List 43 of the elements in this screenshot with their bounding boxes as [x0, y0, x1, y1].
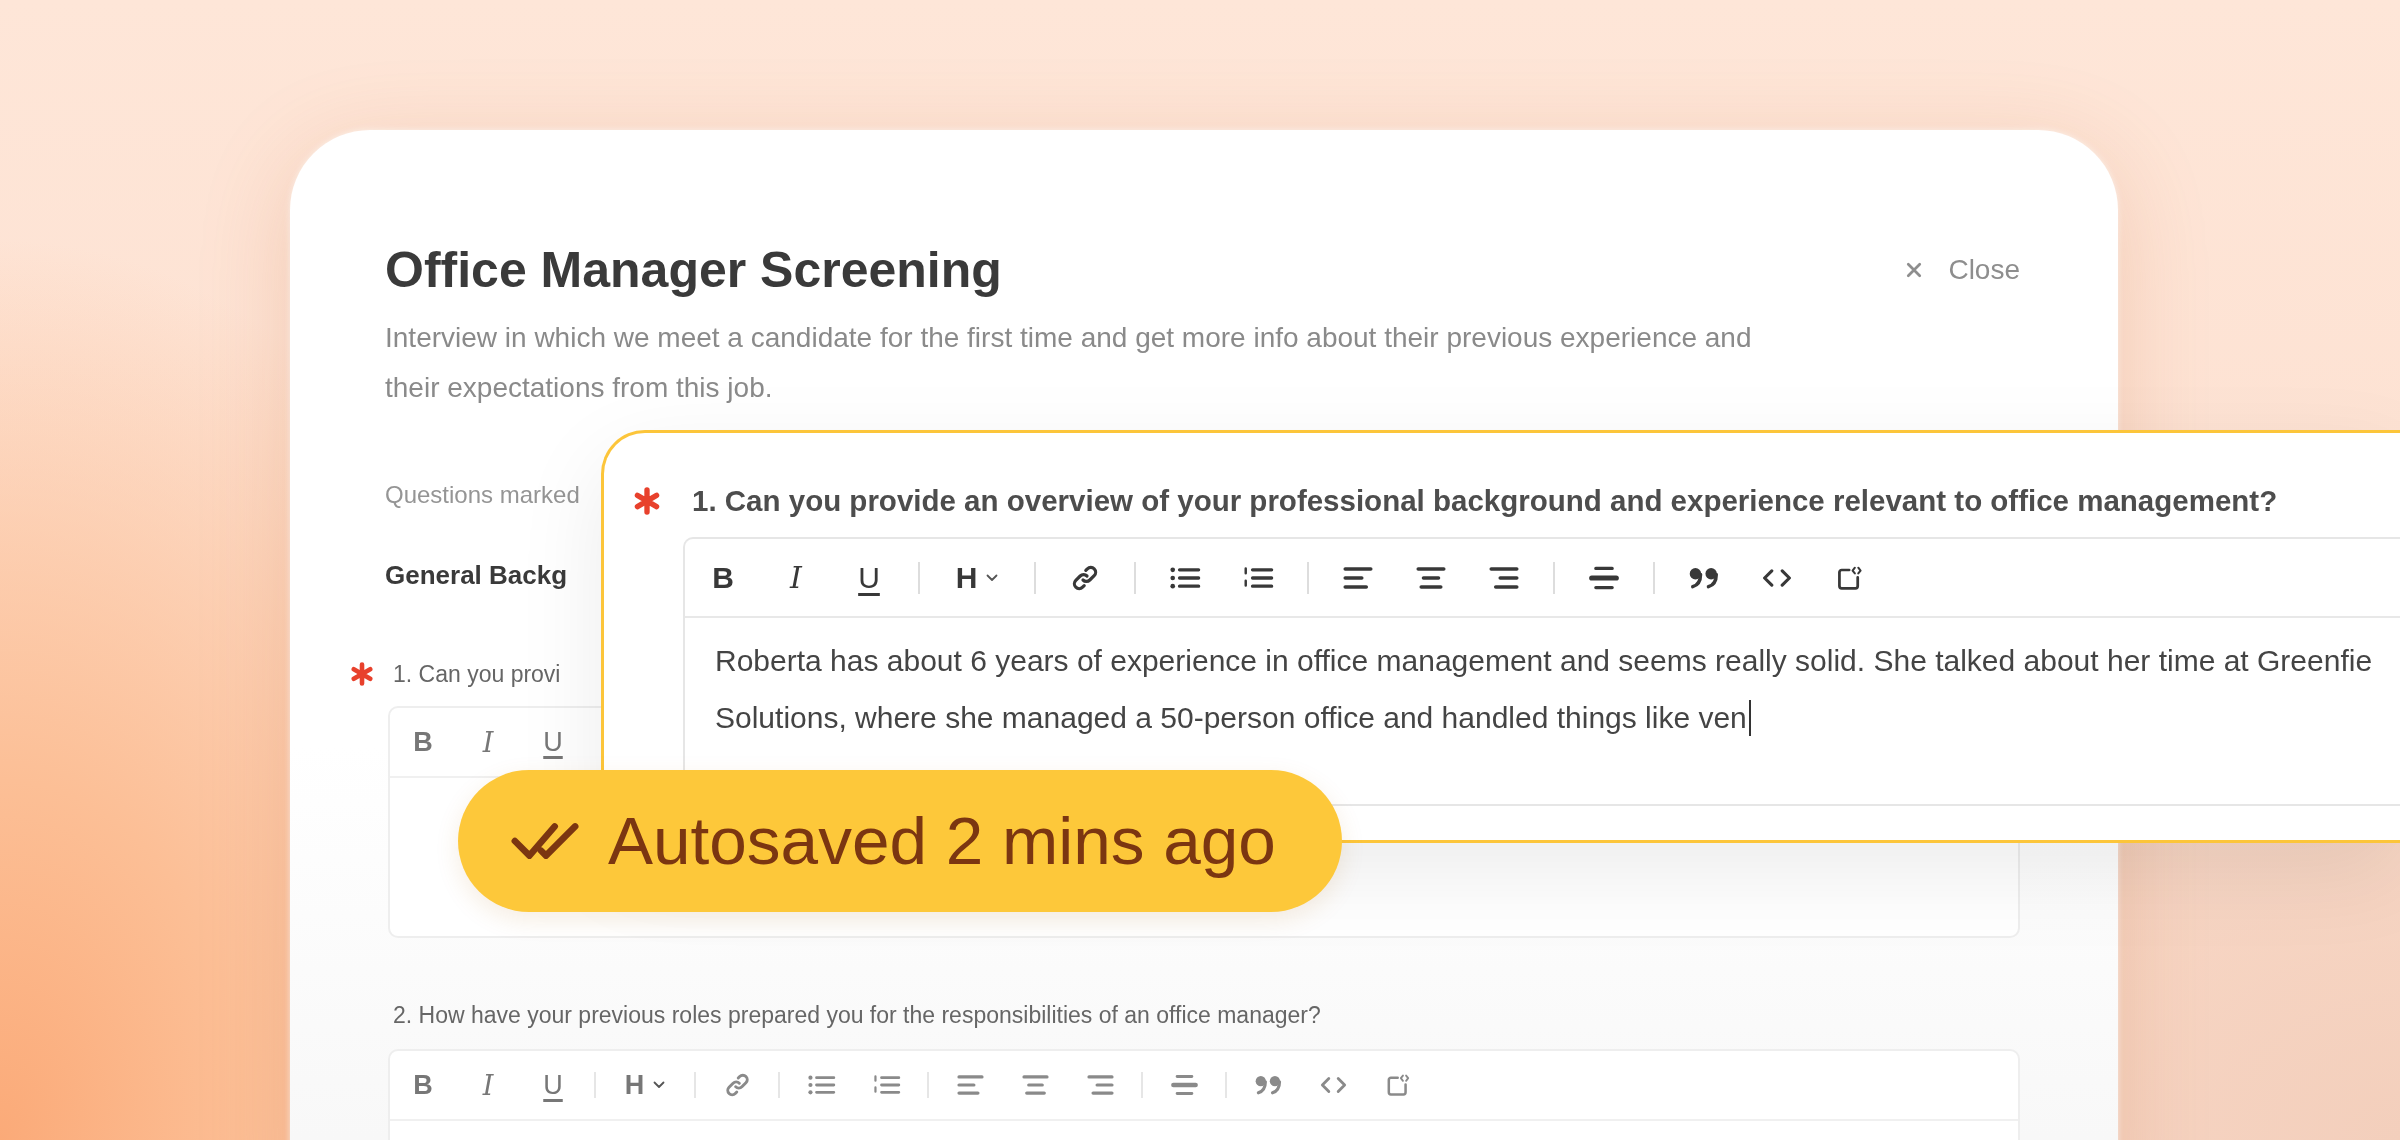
question-text: 1. Can you provide an overview of your professional background and experience relevant to office management?: [692, 483, 2278, 519]
caret-icon: [653, 1081, 666, 1089]
link-icon: [723, 1074, 751, 1096]
question-text: 1. Can you provi: [393, 660, 561, 689]
form-title: Office Manager Screening: [385, 241, 1002, 300]
quote-icon: [1689, 565, 1719, 590]
heading-dropdown[interactable]: H: [613, 1061, 677, 1109]
align-left-icon: [1343, 565, 1373, 590]
quote-icon: [1254, 1074, 1282, 1096]
link-icon: [1070, 565, 1100, 590]
embed-icon: [1835, 565, 1865, 590]
align-right-icon: [1086, 1074, 1114, 1096]
numbered-list-icon: [1243, 565, 1273, 590]
bold-button[interactable]: B: [699, 553, 747, 602]
form-description: Interview in which we meet a candidate for the first time and get more info about their previous experience and their expectations from this job.: [385, 321, 1753, 405]
question-text: 2. How have your previous roles prepared you for the responsibilities of an office manager?: [393, 1001, 1321, 1030]
bold-button[interactable]: B: [399, 718, 447, 766]
italic-button[interactable]: I: [772, 553, 820, 602]
horizontal-rule-icon: [1170, 1074, 1198, 1096]
numbered-list-icon: [872, 1074, 900, 1096]
italic-button[interactable]: I: [464, 718, 512, 766]
close-icon: [1906, 262, 1923, 278]
underline-button[interactable]: U: [529, 718, 577, 766]
align-center-icon: [1021, 1074, 1049, 1096]
horizontal-rule-icon: [1589, 565, 1619, 590]
autosave-status: Autosaved 2 mins ago: [608, 802, 1276, 880]
bullet-list-icon: [807, 1074, 835, 1096]
underline-button[interactable]: U: [845, 553, 893, 602]
bold-button[interactable]: B: [399, 1061, 447, 1109]
underline-button[interactable]: U: [529, 1061, 577, 1109]
form-note: Questions marked: [385, 480, 580, 510]
heading-dropdown[interactable]: H: [945, 553, 1009, 602]
caret-icon: [986, 573, 999, 582]
align-left-icon: [956, 1074, 984, 1096]
align-right-icon: [1489, 565, 1519, 590]
close-button[interactable]: Close: [1906, 254, 2020, 286]
section-title: General Backg: [385, 559, 568, 592]
align-center-icon: [1416, 565, 1446, 590]
italic-button[interactable]: I: [464, 1061, 512, 1109]
double-check-icon: [510, 822, 580, 860]
answer-field[interactable]: Roberta has about 6 years of experience in office management and seems really solid. She talked about her time at Greenfie Solutions, where she managed a 50-person office and handled things like ven: [685, 618, 2400, 746]
code-icon: [1319, 1074, 1347, 1096]
bullet-list-icon: [1170, 565, 1200, 590]
